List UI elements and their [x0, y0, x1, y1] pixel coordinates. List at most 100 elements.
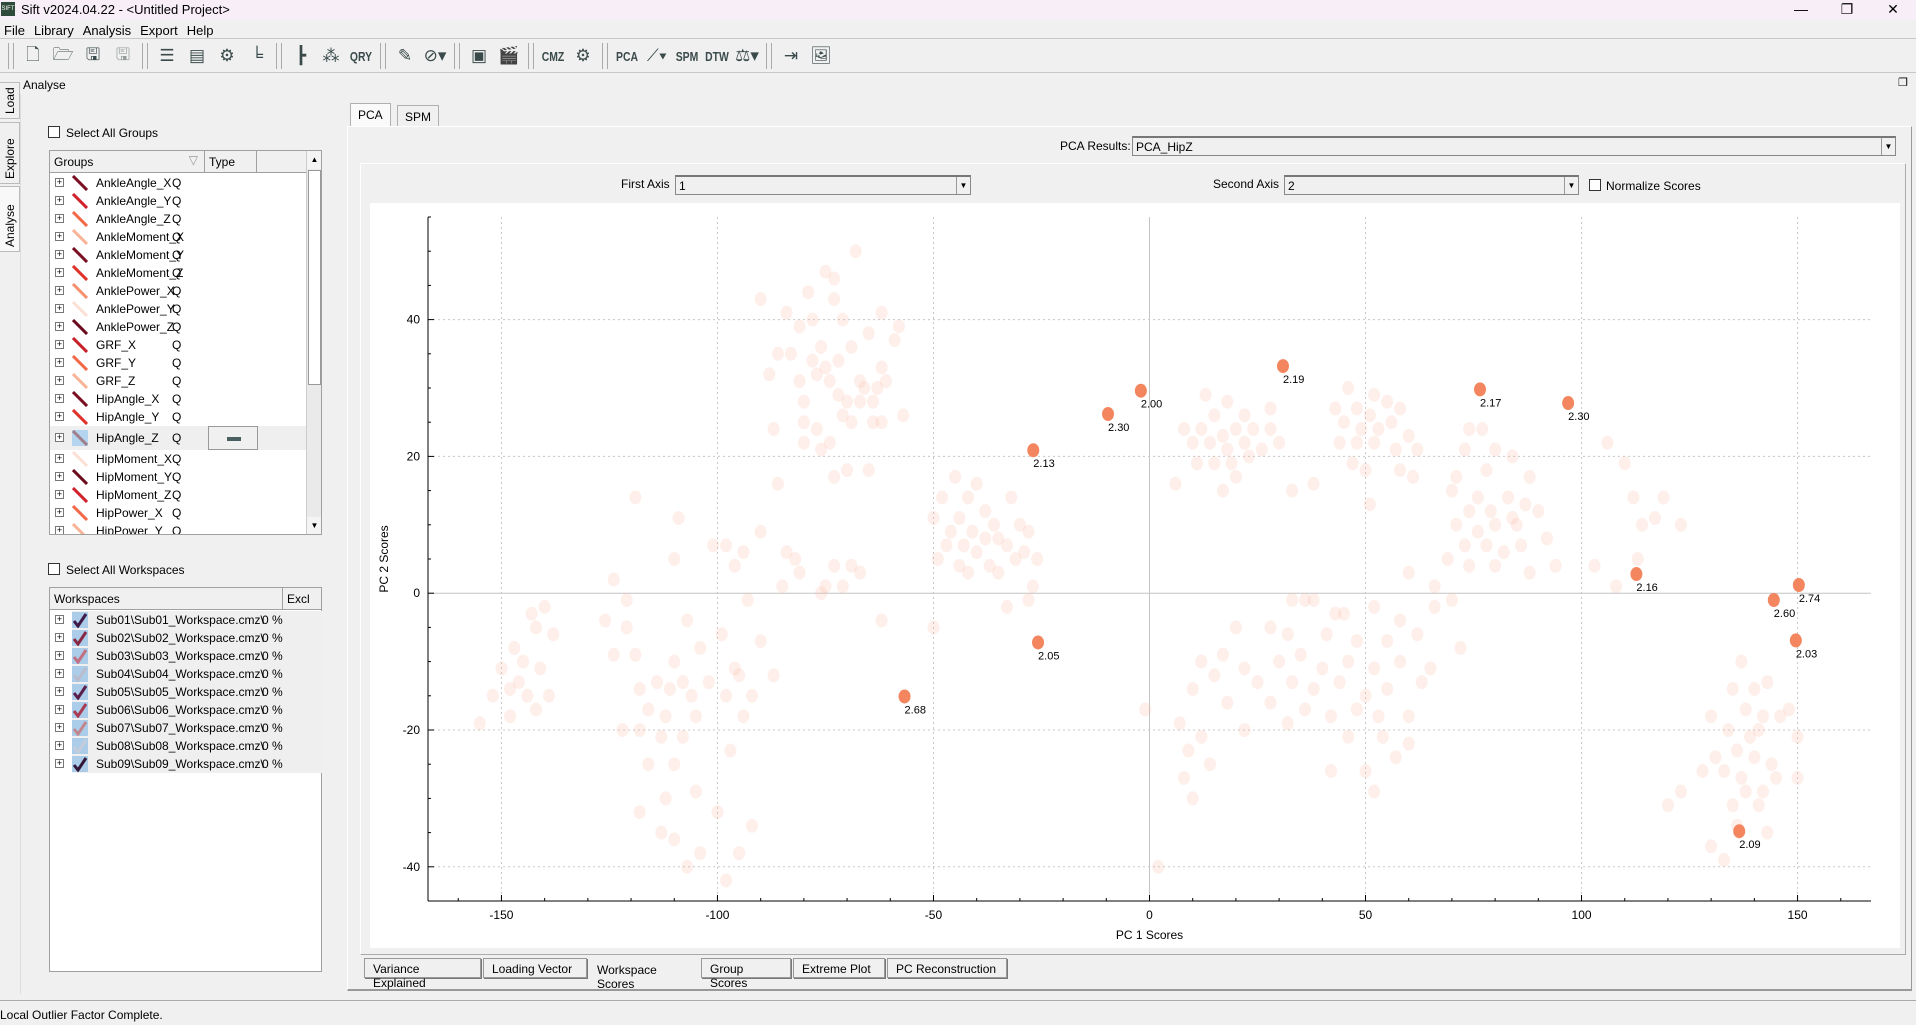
group-row[interactable]: + AnkleAngle_X Q	[50, 174, 306, 192]
bottom-tab[interactable]: Extreme Plot	[793, 958, 885, 978]
bottom-tab[interactable]: PC Reconstruction	[887, 958, 1007, 978]
expand-icon[interactable]: +	[55, 490, 64, 499]
expand-icon[interactable]: +	[55, 759, 64, 768]
expand-icon[interactable]: +	[55, 705, 64, 714]
group-color-icon[interactable]	[72, 505, 88, 521]
group-row[interactable]: + GRF_Z Q	[50, 372, 306, 390]
group-row[interactable]: + HipMoment_Z Q	[50, 486, 306, 504]
expand-icon[interactable]: +	[55, 508, 64, 517]
workspace-check-icon[interactable]	[72, 738, 88, 754]
select-all-workspaces-checkbox[interactable]	[48, 563, 60, 575]
open-folder-icon[interactable]: 🗁	[48, 42, 78, 70]
expand-icon[interactable]: +	[55, 340, 64, 349]
group-color-icon[interactable]	[72, 391, 88, 407]
group-row[interactable]: + GRF_Y Q	[50, 354, 306, 372]
new-file-icon[interactable]: 🗋	[18, 42, 48, 70]
expand-icon[interactable]: +	[55, 741, 64, 750]
expand-icon[interactable]: +	[55, 358, 64, 367]
menu-export[interactable]: Export	[136, 20, 183, 38]
group-color-icon[interactable]	[72, 175, 88, 191]
ruler-chart-icon[interactable]: ╘	[242, 42, 272, 70]
first-axis-dropdown[interactable]: 1 ▼	[675, 175, 971, 195]
expand-icon[interactable]: +	[55, 669, 64, 678]
workspace-row[interactable]: + Sub06\Sub06_Workspace.cmz\ 0 %	[55, 701, 322, 719]
group-color-icon[interactable]	[72, 319, 88, 335]
tab-pca[interactable]: PCA	[350, 103, 391, 127]
side-tab-explore[interactable]: Explore	[0, 122, 20, 184]
group-row[interactable]: + AnkleMoment_Z Q	[50, 264, 306, 282]
group-color-icon[interactable]	[72, 211, 88, 227]
menu-help[interactable]: Help	[183, 20, 219, 38]
group-color-icon[interactable]	[72, 487, 88, 503]
workspace-row[interactable]: + Sub01\Sub01_Workspace.cmz\ 0 %	[55, 611, 322, 629]
side-tab-load[interactable]: Load	[0, 82, 20, 119]
filter-dropdown-icon[interactable]: ⊘▾	[420, 42, 450, 70]
second-axis-dropdown[interactable]: 2 ▼	[1284, 175, 1579, 195]
group-color-icon[interactable]	[72, 430, 88, 446]
group-row[interactable]: + HipMoment_X Q	[50, 450, 306, 468]
expand-icon[interactable]: +	[55, 196, 64, 205]
scroll-down-icon[interactable]: ▼	[307, 517, 321, 534]
spm-button[interactable]: SPM	[675, 42, 699, 70]
workspace-row[interactable]: + Sub03\Sub03_Workspace.cmz\ 0 %	[55, 647, 322, 665]
group-row[interactable]: + HipPower_Y Q	[50, 522, 306, 535]
side-tab-analyse[interactable]: Analyse	[0, 186, 20, 252]
workspace-row[interactable]: + Sub08\Sub08_Workspace.cmz\ 0 %	[55, 737, 322, 755]
expand-icon[interactable]: +	[55, 268, 64, 277]
scroll-up-icon[interactable]: ▲	[307, 151, 321, 169]
bottom-tab[interactable]: Group Scores	[701, 958, 791, 990]
type-column-header[interactable]: Type	[205, 151, 257, 173]
group-row[interactable]: + GRF_X Q	[50, 336, 306, 354]
expand-icon[interactable]: +	[55, 454, 64, 463]
group-color-icon[interactable]	[72, 265, 88, 281]
group-row[interactable]: + HipPower_X Q	[50, 504, 306, 522]
workspace-row[interactable]: + Sub09\Sub09_Workspace.cmz\ 0 %	[55, 755, 322, 773]
expand-icon[interactable]: +	[55, 214, 64, 223]
group-color-icon[interactable]	[72, 355, 88, 371]
group-row[interactable]: + HipMoment_Y Q	[50, 468, 306, 486]
group-row[interactable]: + AnkleAngle_Z Q	[50, 210, 306, 228]
workspace-row[interactable]: + Sub05\Sub05_Workspace.cmz\ 0 %	[55, 683, 322, 701]
menu-library[interactable]: Library	[30, 20, 79, 38]
export-icon[interactable]: ⇥	[776, 42, 806, 70]
bottom-tab[interactable]: Variance Explained	[364, 958, 481, 990]
group-row[interactable]: + AnklePower_Z Q	[50, 318, 306, 336]
group-row[interactable]: + AnkleMoment_X Q	[50, 228, 306, 246]
dtw-button[interactable]: DTW	[705, 42, 729, 70]
pca-results-dropdown[interactable]: PCA_HipZ ▼	[1132, 136, 1896, 156]
bottom-tab[interactable]: Loading Vector	[483, 958, 587, 978]
video-frame-icon[interactable]: ▣	[464, 42, 494, 70]
workspaces-column-header[interactable]: Workspaces	[50, 588, 283, 610]
minimize-button[interactable]: —	[1778, 0, 1824, 20]
group-color-icon[interactable]	[72, 337, 88, 353]
restore-button[interactable]: ❐	[1824, 0, 1870, 20]
query-icon[interactable]: QRY	[349, 42, 373, 70]
line-chart-dropdown-icon[interactable]: ⟋▾	[642, 42, 672, 70]
image-export-icon[interactable]: 🖼	[806, 42, 836, 70]
expand-icon[interactable]: +	[55, 250, 64, 259]
save-icon[interactable]: 🖫	[78, 42, 108, 70]
expand-icon[interactable]: +	[55, 412, 64, 421]
pc-scores-scatter-plot[interactable]: -150 -100 -50 0 50 100 150 -40 -20 0 20 40 PC 1 Scor…	[370, 203, 1900, 948]
group-color-icon[interactable]	[72, 247, 88, 263]
chart-settings-icon[interactable]: ⚙	[212, 42, 242, 70]
group-color-icon[interactable]	[72, 373, 88, 389]
group-color-icon[interactable]	[72, 229, 88, 245]
group-row[interactable]: + AnkleMoment_Y Q	[50, 246, 306, 264]
group-row[interactable]: + AnklePower_Y Q	[50, 300, 306, 318]
workspace-check-icon[interactable]	[72, 702, 88, 718]
expand-icon[interactable]: +	[55, 394, 64, 403]
expand-icon[interactable]: +	[55, 687, 64, 696]
scroll-thumb[interactable]	[308, 170, 321, 385]
expand-icon[interactable]: +	[55, 304, 64, 313]
group-remove-button[interactable]	[208, 426, 258, 450]
expand-icon[interactable]: +	[55, 286, 64, 295]
group-color-icon[interactable]	[72, 523, 88, 535]
group-color-icon[interactable]	[72, 469, 88, 485]
expand-icon[interactable]: +	[55, 376, 64, 385]
expand-icon[interactable]: +	[55, 322, 64, 331]
save-as-icon[interactable]: 🖫	[108, 42, 138, 70]
workspace-check-icon[interactable]	[72, 648, 88, 664]
group-color-icon[interactable]	[72, 409, 88, 425]
gears-icon[interactable]: ⚙	[568, 42, 598, 70]
